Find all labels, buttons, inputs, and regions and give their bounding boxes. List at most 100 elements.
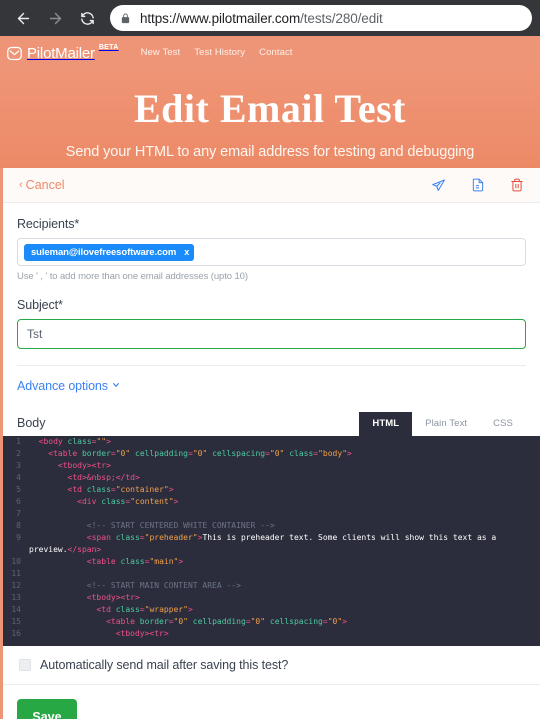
send-icon[interactable] [431, 178, 446, 193]
brand-logo-link[interactable]: PilotMailer BETA [6, 43, 119, 62]
url-text: https://www.pilotmailer.com/tests/280/ed… [140, 11, 383, 26]
code-line-content: <table class="main"> [86, 557, 184, 566]
recipients-label: Recipients* [17, 217, 526, 231]
forward-button[interactable] [40, 3, 70, 33]
recipients-input[interactable]: suleman@ilovefreesoftware.com x [17, 238, 526, 266]
code-line: 7 [3, 508, 540, 520]
nav-item-test-history[interactable]: Test History [194, 47, 245, 58]
subject-label-text: Subject [17, 298, 58, 312]
page-wrapper: ‹ Cancel Recipients* suleman@ilovefreeso… [0, 168, 540, 719]
code-line-content: <table border="0" cellpadding="0" cellsp… [48, 449, 352, 458]
site-header: PilotMailer BETA New Test Test History C… [0, 36, 540, 68]
edit-test-card: ‹ Cancel Recipients* suleman@ilovefreeso… [0, 168, 540, 719]
code-line-content: <td class="container"> [67, 485, 174, 494]
code-line: 6 <div class="content"> [3, 496, 540, 508]
code-line-number: 12 [11, 581, 21, 590]
code-line-number: 15 [11, 617, 21, 626]
code-line-content: <td class="wrapper"> [96, 605, 193, 614]
code-line-number: 14 [11, 605, 21, 614]
nav-item-new-test[interactable]: New Test [141, 47, 181, 58]
address-bar[interactable]: https://www.pilotmailer.com/tests/280/ed… [110, 5, 532, 31]
duplicate-icon[interactable] [471, 178, 485, 192]
code-line: 12 <!-- START MAIN CONTENT AREA --> [3, 580, 540, 592]
code-line-number: 2 [16, 449, 21, 458]
recipients-label-text: Recipients [17, 217, 75, 231]
code-line: 3 <tbody><tr> [3, 460, 540, 472]
body-tabs: HTML Plain Text CSS [359, 412, 526, 436]
body-label: Body [17, 416, 46, 430]
chevron-left-icon: ‹ [19, 178, 23, 191]
lock-icon [120, 12, 131, 24]
code-line-number: 11 [11, 569, 21, 578]
code-line-number: 1 [16, 437, 21, 446]
cancel-button[interactable]: ‹ Cancel [19, 178, 65, 192]
code-line-number: 7 [16, 509, 21, 518]
code-line: 1 <body class=""> [3, 436, 540, 448]
code-line-number: 6 [16, 497, 21, 506]
recipient-chip[interactable]: suleman@ilovefreesoftware.com x [24, 243, 195, 261]
code-line-number: 5 [16, 485, 21, 494]
code-line: 9 <span class="preheader">This is prehea… [3, 532, 540, 556]
recipients-required-mark: * [74, 217, 80, 231]
auto-send-label: Automatically send mail after saving thi… [40, 658, 289, 672]
site-nav: New Test Test History Contact [141, 47, 293, 58]
subject-required-mark: * [58, 298, 63, 312]
close-icon[interactable]: x [184, 247, 189, 257]
advance-options-label: Advance options [17, 379, 108, 393]
brand-name: PilotMailer [27, 44, 95, 62]
auto-send-row[interactable]: Automatically send mail after saving thi… [3, 646, 540, 685]
url-path: /tests/280/edit [300, 10, 383, 26]
code-line: 8 <!-- START CENTERED WHITE CONTAINER --… [3, 520, 540, 532]
code-line: 4 <td>&nbsp;</td> [3, 472, 540, 484]
code-line: 16 <tbody><tr> [3, 628, 540, 640]
code-line: 15 <table border="0" cellpadding="0" cel… [3, 616, 540, 628]
card-toolbar: ‹ Cancel [3, 168, 540, 203]
reload-button[interactable] [72, 3, 102, 33]
nav-item-contact[interactable]: Contact [259, 47, 292, 58]
body-header-row: Body HTML Plain Text CSS [17, 412, 526, 436]
subject-label: Subject* [17, 298, 526, 312]
code-line-number: 9 [16, 533, 21, 542]
code-line-content: <!-- START MAIN CONTENT AREA --> [86, 581, 241, 590]
chevron-down-icon [112, 381, 120, 391]
code-line-content: <td>&nbsp;</td> [67, 473, 140, 482]
advance-options-toggle[interactable]: Advance options [17, 379, 120, 393]
html-code-editor[interactable]: 1 <body class=""> 2 <table border="0" cel… [3, 436, 540, 646]
form-divider [17, 365, 526, 366]
save-row: Save [3, 685, 540, 719]
code-line-content: <tbody><tr> [86, 593, 140, 602]
card-body: Recipients* suleman@ilovefreesoftware.co… [3, 203, 540, 436]
code-line-content: <tbody><tr> [115, 629, 169, 638]
code-line-number: 8 [16, 521, 21, 530]
code-line-number: 10 [11, 557, 21, 566]
url-host: https://www.pilotmailer.com [140, 10, 301, 26]
code-line: 5 <td class="container"> [3, 484, 540, 496]
card-footer: Automatically send mail after saving thi… [3, 646, 540, 719]
tab-html[interactable]: HTML [359, 412, 413, 436]
reload-icon [79, 10, 96, 27]
save-button[interactable]: Save [17, 699, 77, 719]
code-line-content: <span class="preheader">This is preheade… [29, 533, 502, 554]
code-line-number: 13 [11, 593, 21, 602]
code-line-number: 16 [11, 629, 21, 638]
code-line: 13 <tbody><tr> [3, 592, 540, 604]
delete-icon[interactable] [510, 178, 524, 192]
code-line-content: <div class="content"> [77, 497, 179, 506]
back-button[interactable] [8, 3, 38, 33]
page-title: Edit Email Test [133, 86, 406, 131]
subject-input[interactable] [17, 319, 526, 349]
page-subtitle: Send your HTML to any email address for … [65, 144, 475, 160]
envelope-icon [6, 45, 23, 62]
code-line: 11 [3, 568, 540, 580]
arrow-left-icon [15, 10, 32, 27]
auto-send-checkbox[interactable] [19, 659, 31, 671]
code-line-content: <!-- START CENTERED WHITE CONTAINER --> [86, 521, 275, 530]
brand-beta-badge: BETA [98, 43, 119, 51]
code-line-content: <body class=""> [38, 437, 111, 446]
browser-toolbar: https://www.pilotmailer.com/tests/280/ed… [0, 0, 540, 36]
tab-plain-text[interactable]: Plain Text [412, 412, 480, 436]
cancel-label: Cancel [25, 178, 65, 192]
code-line-number: 4 [16, 473, 21, 482]
tab-css[interactable]: CSS [480, 412, 526, 436]
arrow-right-icon [47, 10, 64, 27]
